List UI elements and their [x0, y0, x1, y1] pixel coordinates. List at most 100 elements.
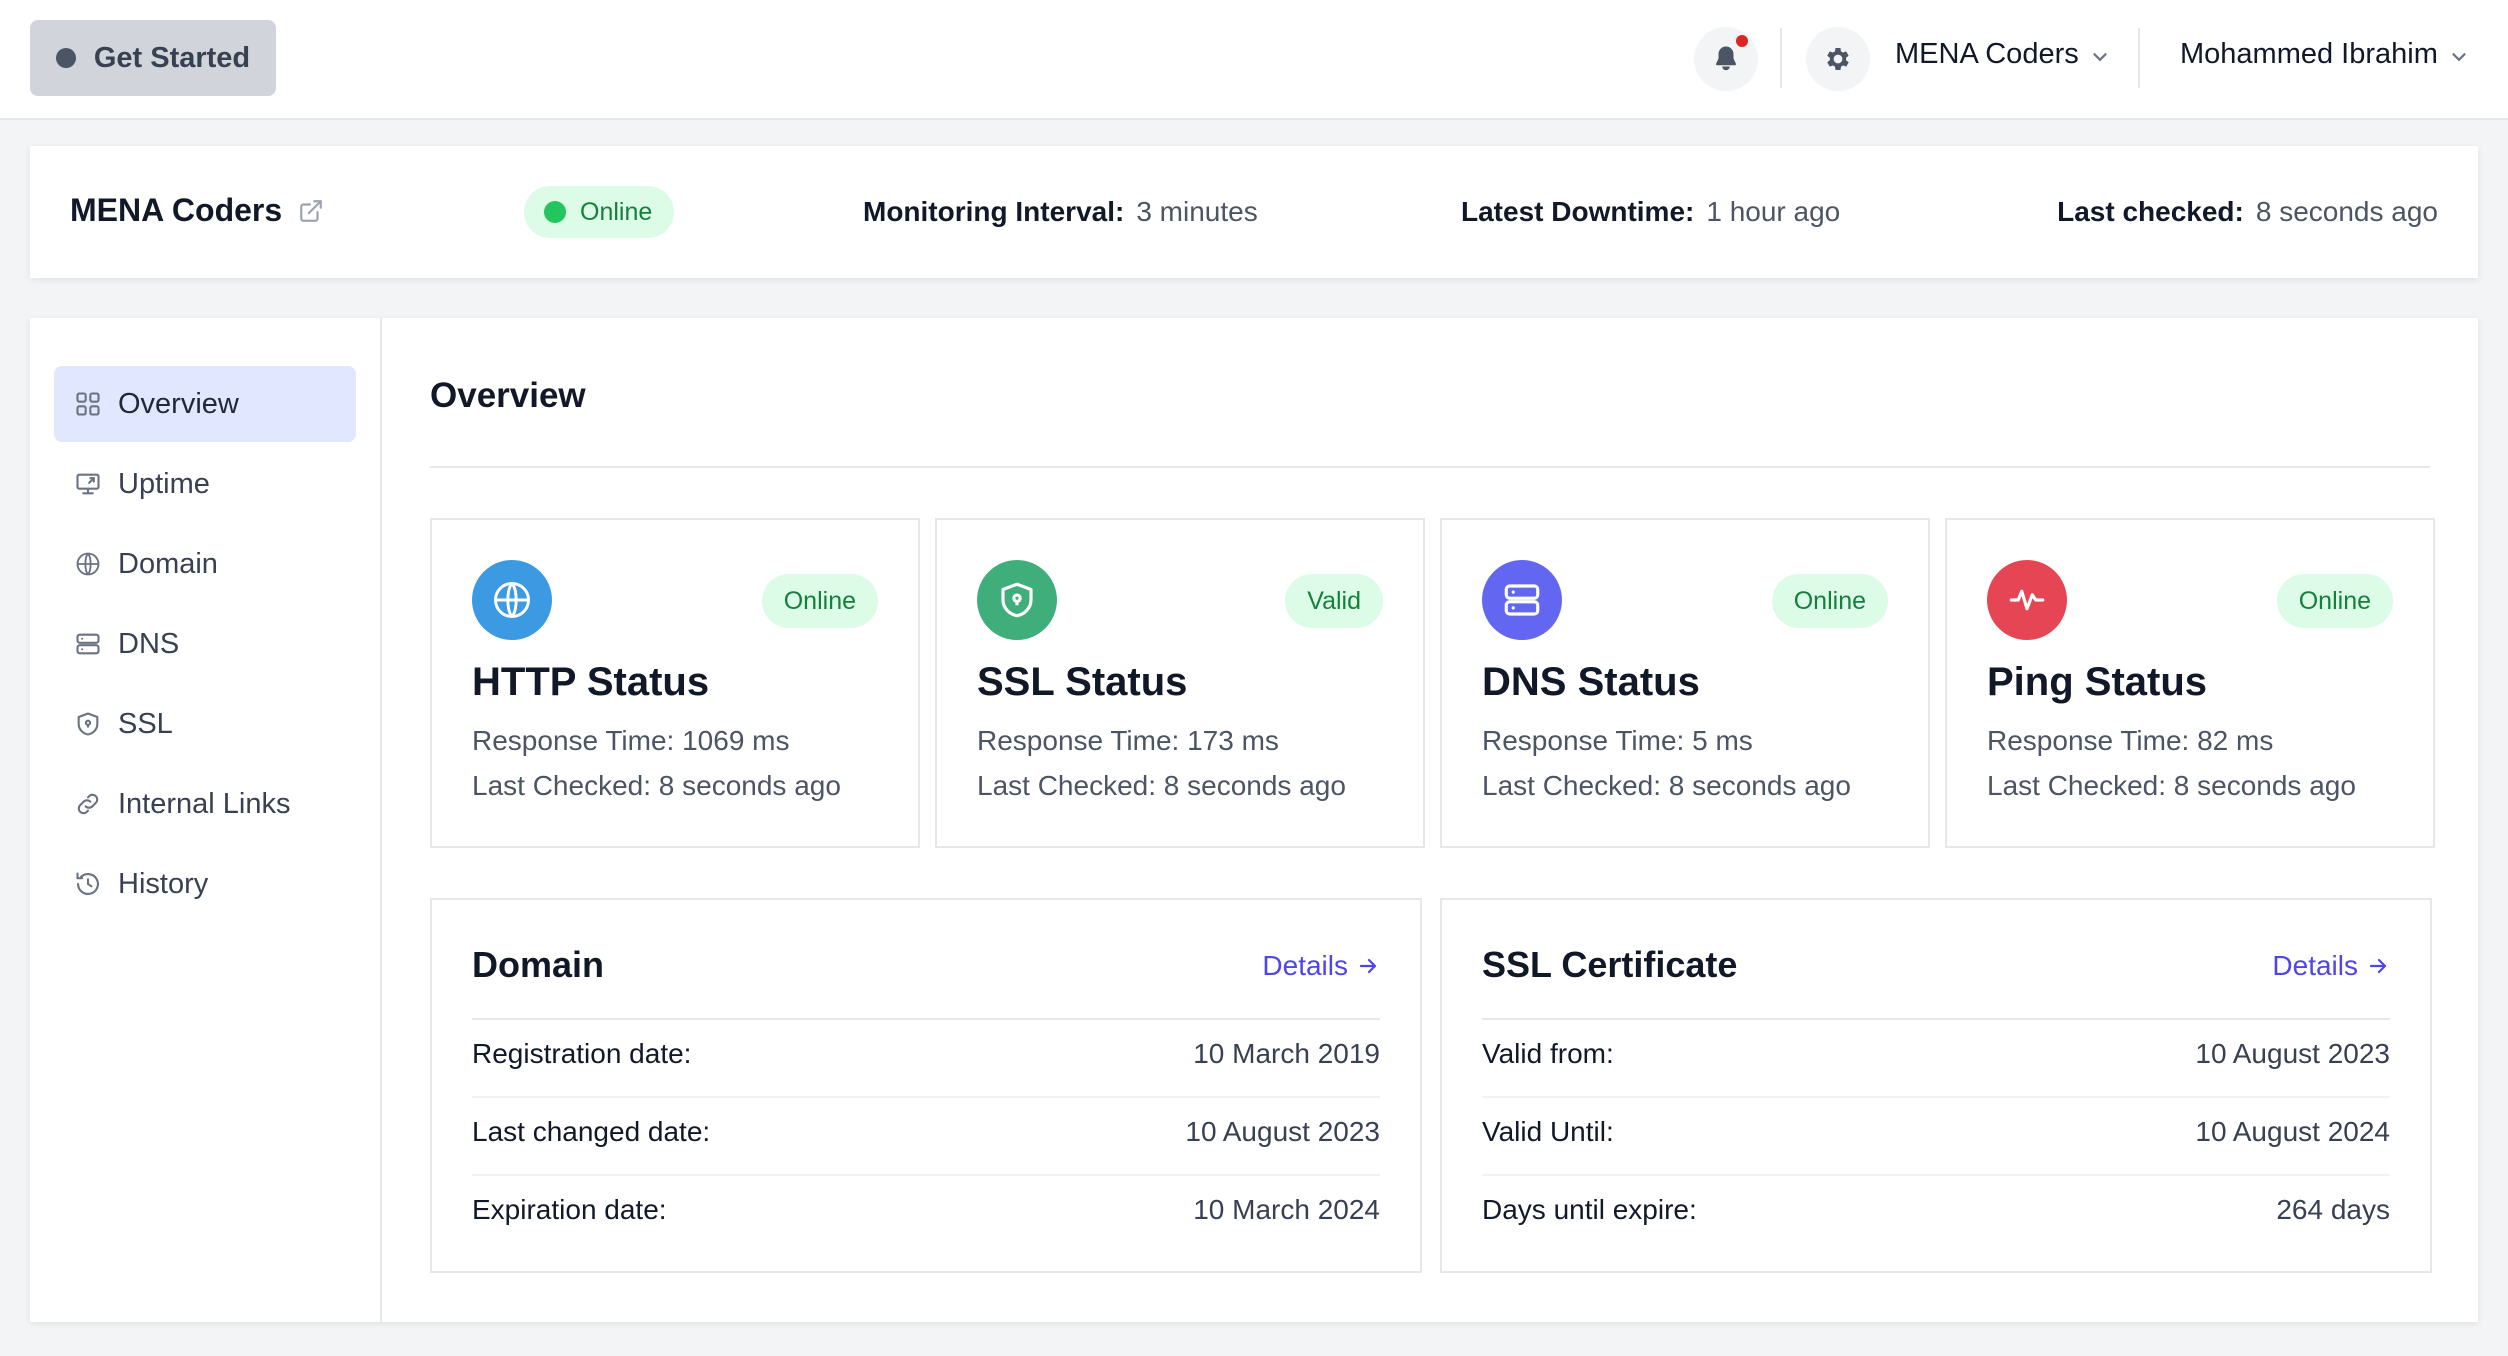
row-label: Expiration date: [472, 1194, 667, 1225]
details-label: Details [2272, 950, 2358, 981]
info-row: Days until expire: 264 days [1482, 1194, 2390, 1226]
sidebar-item-overview[interactable]: Overview [54, 366, 356, 442]
sidebar-item-dns[interactable]: DNS [54, 606, 356, 682]
monitoring-interval-value: 3 minutes [1136, 196, 1258, 227]
card-title: Domain [472, 944, 605, 985]
row-label: Valid from: [1482, 1038, 1614, 1069]
monitor-status-text: Online [580, 197, 653, 226]
monitor-icon [76, 473, 100, 495]
last-checked-time: Last Checked: 8 seconds ago [472, 770, 841, 801]
sidebar: Overview Uptime Domain DNS SSL Internal … [30, 318, 382, 1322]
monitor-name-text: MENA Coders [70, 192, 283, 228]
sidebar-item-ssl[interactable]: SSL [54, 686, 356, 762]
latest-downtime-label: Latest Downtime: [1461, 196, 1695, 227]
row-value: 10 March 2024 [1193, 1194, 1380, 1225]
link-icon [77, 793, 99, 815]
status-title: DNS Status [1482, 660, 1700, 704]
row-value: 264 days [2276, 1194, 2390, 1225]
monitoring-interval-label: Monitoring Interval: [863, 196, 1125, 227]
row-value: 10 August 2023 [2195, 1038, 2390, 1069]
last-checked-label: Last checked: [2057, 196, 2244, 227]
divider [1482, 1096, 2390, 1098]
response-time: Response Time: 82 ms [1987, 725, 2274, 756]
settings-button[interactable] [1806, 27, 1870, 91]
chevron-down-icon [2093, 52, 2107, 61]
dns-status-card: Online DNS Status Response Time: 5 ms La… [1440, 518, 1930, 848]
arrow-right-icon [2369, 958, 2387, 974]
sidebar-item-label: Internal Links [118, 787, 291, 820]
gear-icon [1827, 48, 1849, 70]
details-label: Details [1262, 950, 1348, 981]
sidebar-item-domain[interactable]: Domain [54, 526, 356, 602]
online-dot-icon [544, 201, 566, 223]
sidebar-item-history[interactable]: History [54, 846, 356, 922]
get-started-button[interactable]: Get Started [30, 20, 276, 96]
info-row: Registration date: 10 March 2019 [472, 1038, 1380, 1070]
response-time: Response Time: 173 ms [977, 725, 1279, 756]
domain-details-link[interactable]: Details [1262, 950, 1380, 982]
row-value: 10 August 2023 [1185, 1116, 1380, 1147]
monitor-summary-card: MENA Coders Online Monitoring Interval: 3… [30, 146, 2478, 278]
sidebar-item-uptime[interactable]: Uptime [54, 446, 356, 522]
sidebar-item-label: Uptime [118, 467, 210, 500]
row-label: Registration date: [472, 1038, 692, 1069]
notifications-button[interactable] [1694, 27, 1758, 91]
chevron-down-icon [2452, 52, 2466, 61]
divider [1482, 1174, 2390, 1176]
user-dropdown[interactable]: Mohammed Ibrahim [2180, 38, 2470, 71]
latest-downtime: Latest Downtime: 1 hour ago [1461, 196, 1840, 228]
ssl-certificate-card: SSL Certificate Details Valid from: 10 A… [1440, 898, 2432, 1273]
last-checked-value: 8 seconds ago [2255, 196, 2438, 227]
row-label: Last changed date: [472, 1116, 711, 1147]
last-checked-time: Last Checked: 8 seconds ago [1482, 770, 1851, 801]
info-row: Expiration date: 10 March 2024 [472, 1194, 1380, 1226]
monitor-status-badge: Online [524, 186, 675, 238]
external-link-icon[interactable] [298, 198, 324, 224]
row-label: Days until expire: [1482, 1194, 1697, 1225]
last-checked-time: Last Checked: 8 seconds ago [1987, 770, 2356, 801]
page-title: Overview [430, 376, 586, 415]
status-dot-icon [55, 48, 76, 68]
www-globe-icon [76, 552, 100, 576]
sidebar-item-label: SSL [118, 707, 173, 740]
bell-icon [1715, 46, 1737, 71]
status-badge: Valid [1285, 574, 1383, 628]
grid-icon [76, 392, 100, 416]
globe-icon [472, 560, 552, 640]
monitor-name: MENA Coders [70, 192, 324, 229]
sidebar-item-label: DNS [118, 627, 180, 660]
divider [1780, 28, 1782, 88]
user-name: Mohammed Ibrahim [2180, 38, 2438, 70]
shield-lock-icon [977, 560, 1057, 640]
response-time: Response Time: 1069 ms [472, 725, 790, 756]
top-bar: Get Started MENA Coders Mohammed Ibrahim [0, 0, 2508, 120]
divider [1482, 1018, 2390, 1020]
divider [430, 466, 2430, 468]
get-started-label: Get Started [93, 41, 251, 74]
domain-info-card: Domain Details Registration date: 10 Mar… [430, 898, 1422, 1273]
ping-status-card: Online Ping Status Response Time: 82 ms … [1945, 518, 2435, 848]
info-row: Valid Until: 10 August 2024 [1482, 1116, 2390, 1148]
info-row: Valid from: 10 August 2023 [1482, 1038, 2390, 1070]
http-status-card: Online HTTP Status Response Time: 1069 m… [430, 518, 920, 848]
status-title: HTTP Status [472, 660, 710, 704]
response-time: Response Time: 5 ms [1482, 725, 1753, 756]
status-badge: Online [761, 574, 878, 628]
notification-dot [1736, 35, 1748, 47]
organization-name: MENA Coders [1895, 38, 2079, 70]
organization-dropdown[interactable]: MENA Coders [1895, 38, 2111, 71]
card-title: SSL Certificate [1482, 944, 1738, 985]
main-panel: Overview Uptime Domain DNS SSL Internal … [30, 318, 2478, 1322]
last-checked: Last checked: 8 seconds ago [2057, 196, 2438, 228]
ssl-status-card: Valid SSL Status Response Time: 173 ms L… [935, 518, 1425, 848]
row-value: 10 August 2024 [2195, 1116, 2390, 1147]
row-value: 10 March 2019 [1193, 1038, 1380, 1069]
sidebar-item-internal-links[interactable]: Internal Links [54, 766, 356, 842]
status-title: SSL Status [977, 660, 1188, 704]
divider [472, 1018, 1380, 1020]
divider [2138, 28, 2140, 88]
server-icon [76, 633, 100, 655]
last-checked-time: Last Checked: 8 seconds ago [977, 770, 1346, 801]
divider [472, 1096, 1380, 1098]
ssl-details-link[interactable]: Details [2272, 950, 2390, 982]
